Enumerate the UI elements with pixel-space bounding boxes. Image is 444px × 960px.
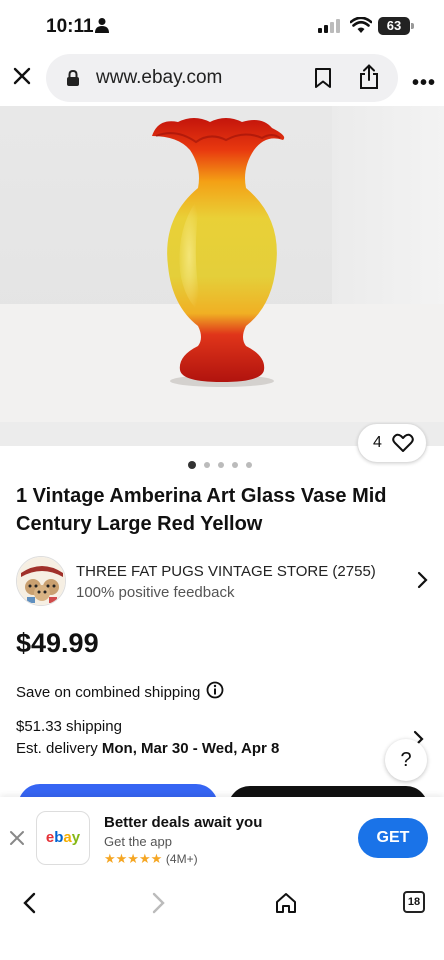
home-icon[interactable] [274, 891, 298, 920]
address-field[interactable]: www.ebay.com [46, 54, 398, 102]
get-app-button[interactable]: GET [358, 818, 428, 858]
delivery-dates: Mon, Mar 30 - Wed, Apr 8 [101, 740, 280, 757]
pagination-dot[interactable] [218, 462, 224, 468]
image-pagination [188, 461, 252, 469]
review-count: (4M+) [165, 852, 198, 866]
price: $49.99 [16, 628, 99, 658]
seller-name: THREE FAT PUGS VINTAGE STORE (2755) [76, 563, 376, 580]
close-icon[interactable] [10, 64, 36, 90]
forward-icon[interactable] [146, 891, 170, 920]
browser-url-bar: www.ebay.com ••• [0, 52, 444, 106]
app-install-banner: ebay Better deals await you Get the app … [0, 797, 444, 879]
lock-icon [66, 69, 80, 92]
cellular-signal-icon [318, 19, 340, 38]
person-icon [95, 17, 109, 38]
ebay-app-logo: ebay [36, 811, 90, 865]
chevron-right-icon [416, 571, 428, 594]
pagination-dot-active[interactable] [188, 461, 196, 469]
seller-feedback: 100% positive feedback [76, 584, 235, 601]
battery-indicator: 63 [378, 17, 414, 35]
wifi-icon [349, 16, 373, 39]
app-rating: ★★★★★ (4M+) [104, 851, 198, 867]
status-time: 10:11 [46, 16, 94, 37]
listing-title: 1 Vintage Amberina Art Glass Vase Mid Ce… [16, 485, 387, 535]
back-icon[interactable] [18, 891, 42, 920]
banner-headline: Better deals await you [104, 814, 263, 831]
heart-icon [392, 433, 414, 458]
like-count: 4 [373, 434, 382, 451]
info-icon[interactable] [206, 681, 224, 703]
shipping-cost: $51.33 shipping [16, 718, 122, 735]
combined-shipping-text: Save on combined shipping [16, 683, 201, 701]
url-text: www.ebay.com [96, 67, 223, 88]
tabs-button[interactable]: 18 [403, 891, 425, 913]
browser-bottom-nav: 18 [0, 879, 444, 960]
bookmark-icon[interactable] [314, 67, 332, 94]
banner-subtitle: Get the app [104, 834, 172, 849]
rating-stars: ★★★★★ [104, 851, 163, 866]
share-icon[interactable] [358, 64, 380, 95]
combined-shipping-info[interactable]: Save on combined shipping [16, 681, 224, 703]
pagination-dot[interactable] [246, 462, 252, 468]
help-button[interactable]: ? [385, 739, 427, 781]
dismiss-banner-icon[interactable] [8, 829, 26, 852]
more-options-icon[interactable]: ••• [412, 72, 436, 95]
seller-info[interactable]: THREE FAT PUGS VINTAGE STORE (2755) 100%… [16, 556, 428, 608]
pagination-dot[interactable] [204, 462, 210, 468]
vase-illustration [152, 118, 285, 387]
estimated-delivery: Est. delivery Mon, Mar 30 - Wed, Apr 8 [16, 740, 279, 757]
delivery-label: Est. delivery [16, 740, 102, 757]
watch-like-button[interactable]: 4 [357, 423, 427, 463]
seller-avatar [16, 556, 66, 606]
product-image[interactable] [0, 106, 444, 446]
status-bar: 10:11 63 [0, 0, 444, 52]
pagination-dot[interactable] [232, 462, 238, 468]
